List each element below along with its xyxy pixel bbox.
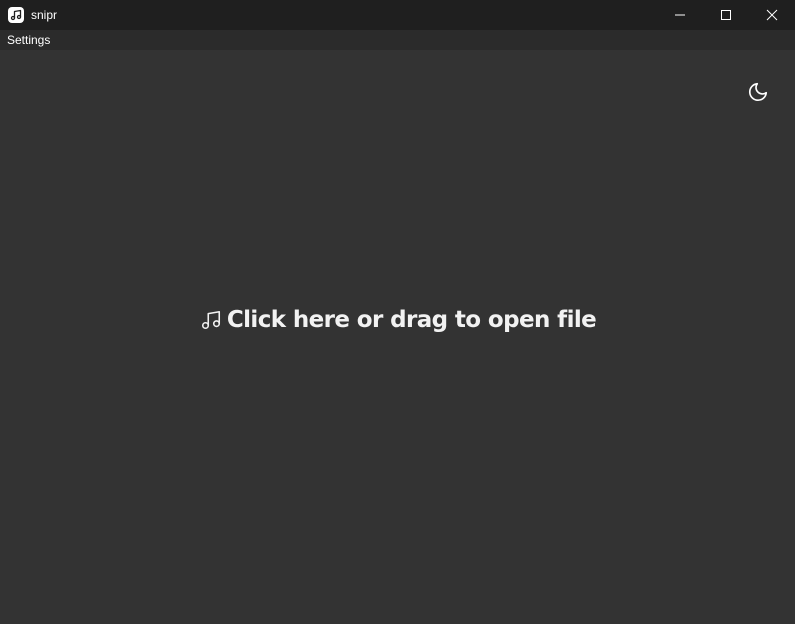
app-music-note-icon — [8, 7, 24, 23]
music-note-icon — [199, 308, 223, 332]
open-file-drop-zone[interactable]: Click here or drag to open file — [0, 302, 795, 338]
title-bar[interactable]: snipr — [0, 0, 795, 30]
menu-bar: Settings — [0, 30, 795, 50]
close-icon — [766, 9, 778, 21]
menu-item-settings[interactable]: Settings — [7, 33, 50, 47]
theme-toggle-button[interactable] — [746, 80, 770, 104]
minimize-icon — [675, 14, 685, 16]
app-window: snipr Settings Click here or drag to ope… — [0, 0, 795, 624]
window-title: snipr — [31, 8, 58, 22]
open-file-button[interactable]: Click here or drag to open file — [199, 307, 597, 333]
moon-icon — [748, 82, 768, 102]
maximize-icon — [721, 10, 731, 20]
close-button[interactable] — [749, 0, 795, 30]
open-file-label: Click here or drag to open file — [226, 307, 597, 333]
maximize-button[interactable] — [703, 0, 749, 30]
window-controls — [657, 0, 795, 30]
minimize-button[interactable] — [657, 0, 703, 30]
